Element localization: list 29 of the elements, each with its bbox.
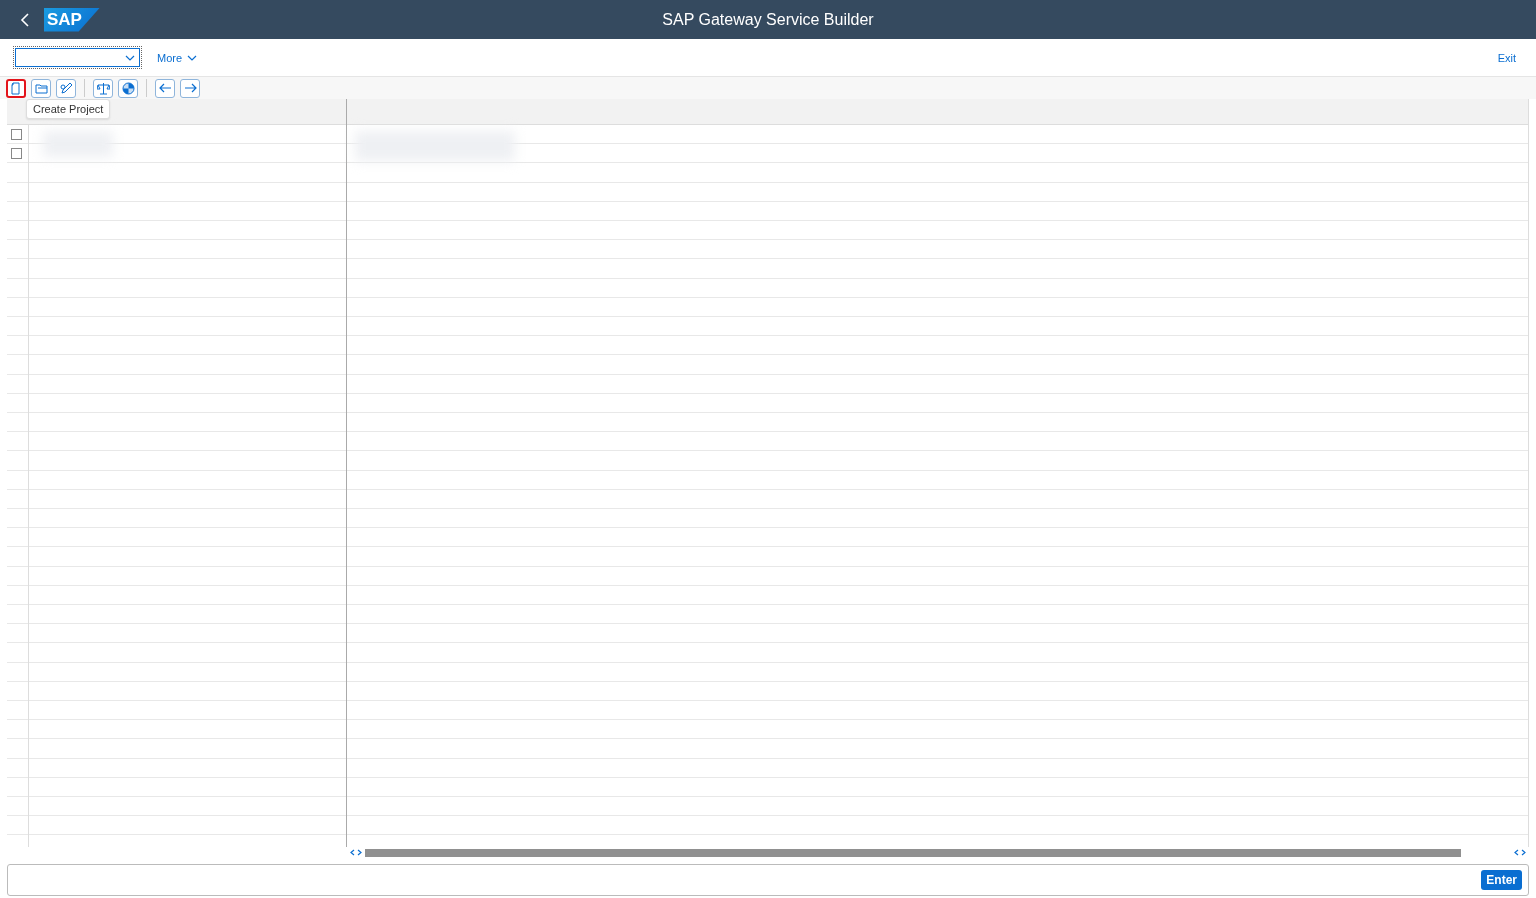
caret-icon	[125, 54, 135, 61]
balance-button[interactable]	[93, 78, 113, 98]
checkbox[interactable]	[11, 148, 22, 160]
pie-chart-icon	[121, 81, 135, 95]
scrollbar-thumb[interactable]	[365, 848, 1461, 857]
document-button[interactable]	[6, 78, 26, 98]
exit-button[interactable]: Exit	[1495, 49, 1518, 66]
tooltip: Create Project	[26, 99, 111, 119]
arrow-left-icon	[158, 83, 172, 93]
folder-icon	[34, 82, 48, 94]
command-dropdown[interactable]	[15, 48, 140, 67]
pie-button[interactable]	[118, 78, 138, 98]
arrow-right-icon	[183, 83, 197, 93]
arrow-right-button[interactable]	[180, 78, 200, 98]
back-icon[interactable]	[20, 12, 30, 27]
edit-button[interactable]	[56, 78, 76, 98]
logo[interactable]: SAP	[44, 7, 100, 32]
pencil-icon	[59, 81, 73, 95]
command-field[interactable]: Enter	[7, 864, 1529, 896]
scale-icon	[96, 81, 110, 95]
checkbox[interactable]	[11, 129, 22, 141]
more-button[interactable]: More	[155, 49, 200, 66]
scroll-arrows-icon[interactable]	[1514, 849, 1526, 856]
scroll-arrows-icon[interactable]	[350, 849, 362, 856]
enter-button[interactable]: Enter	[1481, 870, 1522, 890]
caret-icon	[187, 54, 198, 61]
window-title: SAP Gateway Service Builder	[662, 10, 874, 29]
document-icon	[10, 81, 22, 95]
arrow-left-button[interactable]	[155, 78, 175, 98]
